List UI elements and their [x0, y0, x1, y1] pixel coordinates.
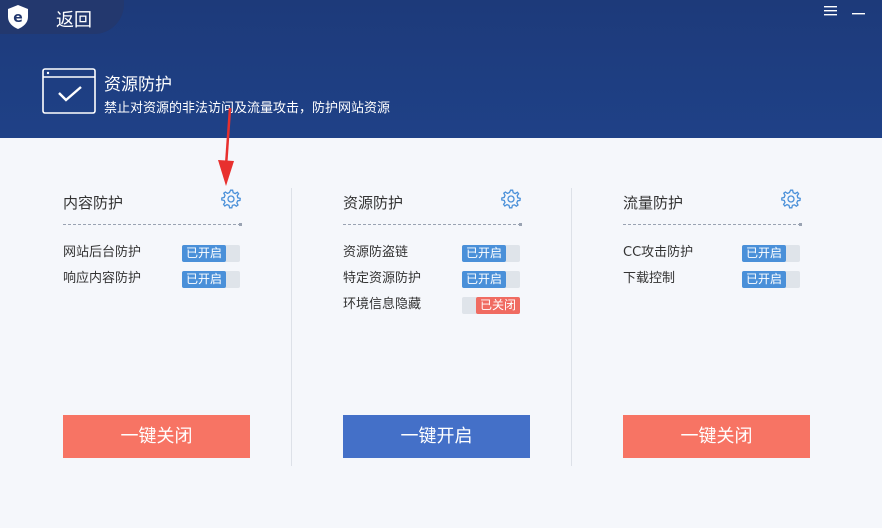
toggle-state: 已开启: [742, 245, 786, 262]
browser-check-icon: [42, 68, 96, 114]
toggle-switch[interactable]: 已开启: [182, 245, 240, 262]
page-description: 禁止对资源的非法访问及流量攻击，防护网站资源: [104, 101, 391, 116]
setting-row-specific: 特定资源防护 已开启: [343, 270, 523, 288]
card-title: 内容防护: [63, 194, 124, 212]
card-title: 资源防护: [343, 194, 404, 212]
setting-label: CC攻击防护: [623, 245, 694, 260]
svg-text:e: e: [13, 10, 23, 26]
column-divider: [291, 188, 292, 466]
setting-row-env-hide: 环境信息隐藏 已关闭: [343, 296, 523, 314]
toggle-switch[interactable]: 已关闭: [462, 297, 520, 314]
traffic-protection-card: 流量防护 CC攻击防护 已开启 下载控制 已开启 一键关闭: [623, 188, 882, 468]
menu-icon[interactable]: [824, 4, 837, 20]
toggle-switch[interactable]: 已开启: [462, 245, 520, 262]
resource-protection-card: 资源防护 资源防盗链 已开启 特定资源防护 已开启 环境信息隐藏 已关闭 一键开…: [343, 188, 603, 468]
shield-logo-icon: e: [8, 5, 28, 29]
toggle-state: 已关闭: [476, 297, 520, 314]
toggle-switch[interactable]: 已开启: [462, 271, 520, 288]
gear-icon[interactable]: [221, 189, 241, 209]
divider-dot: [799, 223, 802, 226]
setting-label: 环境信息隐藏: [343, 297, 422, 312]
setting-row-backend: 网站后台防护 已开启: [63, 244, 243, 262]
content-protection-card: 内容防护 网站后台防护 已开启 响应内容防护 已开启 一键关闭: [63, 188, 323, 468]
back-tab[interactable]: e 返回: [0, 0, 124, 34]
setting-row-hotlink: 资源防盗链 已开启: [343, 244, 523, 262]
toggle-switch[interactable]: 已开启: [742, 271, 800, 288]
toggle-state: 已开启: [182, 271, 226, 288]
setting-label: 特定资源防护: [343, 271, 422, 286]
toggle-switch[interactable]: 已开启: [742, 245, 800, 262]
setting-label: 响应内容防护: [63, 271, 142, 286]
toggle-state: 已开启: [182, 245, 226, 262]
toggle-state: 已开启: [462, 271, 506, 288]
back-button[interactable]: 返回: [56, 6, 92, 32]
header-banner: e 返回 资源防护 禁止对资源的非法访问及流量攻击，防护网站资源: [0, 0, 882, 138]
card-title: 流量防护: [623, 194, 684, 212]
divider-dot: [519, 223, 522, 226]
close-all-button[interactable]: 一键关闭: [63, 415, 250, 458]
divider-dot: [239, 223, 242, 226]
gear-icon[interactable]: [781, 189, 801, 209]
toggle-state: 已开启: [742, 271, 786, 288]
toggle-switch[interactable]: 已开启: [182, 271, 240, 288]
open-all-button[interactable]: 一键开启: [343, 415, 530, 458]
page-title: 资源防护: [104, 75, 172, 95]
close-all-button[interactable]: 一键关闭: [623, 415, 810, 458]
red-arrow-annotation: [218, 108, 234, 186]
minimize-icon[interactable]: [852, 2, 865, 19]
setting-label: 资源防盗链: [343, 245, 409, 260]
setting-row-cc: CC攻击防护 已开启: [623, 244, 803, 262]
divider-line: [343, 224, 521, 225]
column-divider: [571, 188, 572, 466]
gear-icon[interactable]: [501, 189, 521, 209]
setting-row-response: 响应内容防护 已开启: [63, 270, 243, 288]
setting-label: 下载控制: [623, 271, 676, 286]
toggle-state: 已开启: [462, 245, 506, 262]
setting-row-download: 下载控制 已开启: [623, 270, 803, 288]
divider-line: [63, 224, 241, 225]
divider-line: [623, 224, 801, 225]
setting-label: 网站后台防护: [63, 245, 142, 260]
